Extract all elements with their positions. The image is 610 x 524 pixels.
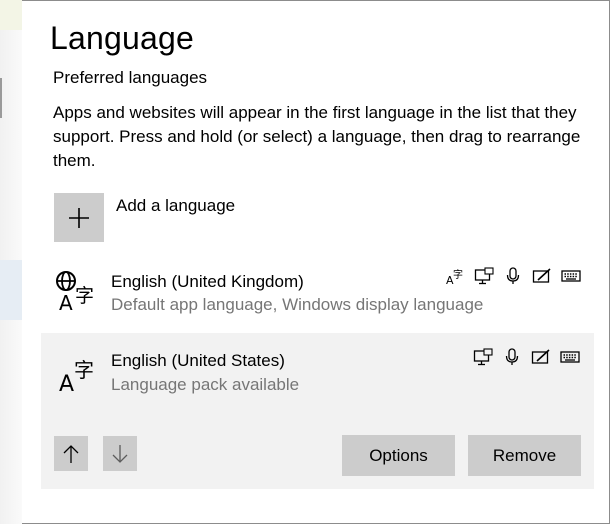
keyboard-icon — [561, 267, 581, 285]
display-language-icon — [474, 267, 494, 285]
nav-highlight — [0, 0, 22, 30]
text-to-speech-icon: A 字 — [445, 267, 465, 285]
remove-button[interactable]: Remove — [468, 435, 581, 476]
language-globe-icon: A 字 — [56, 271, 94, 314]
handwriting-icon — [532, 267, 552, 285]
section-description: Apps and websites will appear in the fir… — [53, 103, 581, 170]
add-language-label[interactable]: Add a language — [116, 196, 235, 216]
svg-text:字: 字 — [74, 358, 94, 382]
nav-highlight — [0, 260, 22, 320]
svg-text:A: A — [59, 372, 74, 395]
arrow-up-icon — [63, 444, 79, 463]
options-button[interactable]: Options — [342, 435, 455, 476]
svg-text:A: A — [59, 291, 73, 314]
speech-recognition-icon — [502, 348, 522, 366]
nav-divider — [0, 78, 2, 118]
move-up-button[interactable] — [54, 436, 88, 471]
arrow-down-icon — [112, 444, 128, 463]
svg-text:字: 字 — [75, 285, 94, 307]
section-title: Preferred languages — [53, 68, 208, 87]
language-features: A 字 — [445, 267, 581, 285]
speech-recognition-icon — [503, 267, 523, 285]
svg-text:字: 字 — [453, 268, 463, 281]
keyboard-icon — [560, 348, 580, 366]
language-features — [473, 348, 580, 366]
handwriting-icon — [531, 348, 551, 366]
language-item-en-gb[interactable]: A 字 English (United Kingdom) Default app… — [41, 252, 594, 330]
language-status: Default app language, Windows display la… — [111, 295, 484, 314]
left-nav-edge — [0, 0, 22, 524]
plus-icon — [69, 207, 89, 228]
add-language-button[interactable] — [54, 193, 104, 242]
language-icon: A 字 — [59, 358, 94, 395]
display-language-icon — [473, 348, 493, 366]
language-name: English (United Kingdom) — [111, 272, 304, 291]
language-name: English (United States) — [111, 351, 285, 370]
language-item-en-us[interactable]: A 字 English (United States) Language pac… — [41, 333, 594, 489]
language-status: Language pack available — [111, 375, 300, 394]
move-down-button[interactable] — [103, 436, 137, 471]
page-title: Language — [50, 20, 194, 56]
